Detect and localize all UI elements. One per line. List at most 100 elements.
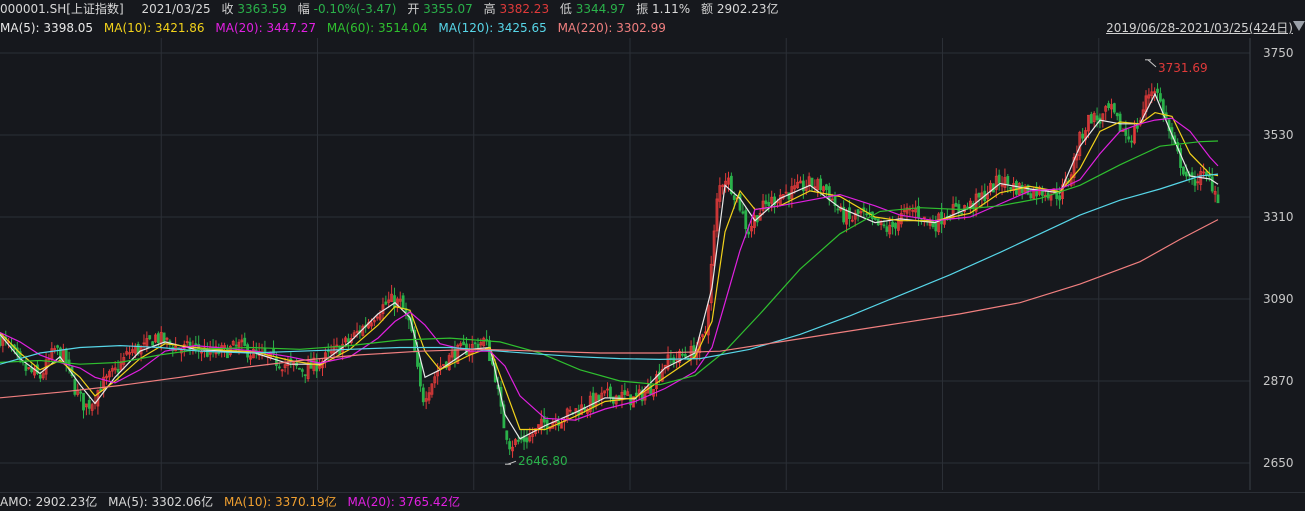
candle-body: [1006, 176, 1010, 185]
candle-body: [82, 392, 85, 411]
date-range-label[interactable]: 2019/06/28-2021/03/25(424日): [1106, 19, 1293, 37]
y-tick-label: 2650: [1263, 456, 1294, 470]
candle-body: [767, 202, 771, 207]
open-value: 3355.07: [423, 2, 473, 16]
amount-value: 2902.23亿: [716, 2, 779, 16]
candle-body: [347, 338, 350, 343]
candle-body: [226, 347, 229, 359]
amo-value: AMO: 2902.23亿: [0, 495, 98, 509]
candle-body: [243, 337, 247, 346]
candle-body: [891, 221, 895, 228]
candle-body: [1089, 114, 1093, 124]
ma220-legend: MA(220): 3302.99: [557, 21, 666, 35]
amo-ma10: MA(10): 3370.19亿: [223, 495, 337, 509]
amo-ma5: MA(5): 3302.06亿: [108, 495, 214, 509]
close-label: 收: [221, 2, 234, 16]
candle-body: [234, 344, 238, 347]
candle-body: [997, 174, 1001, 184]
candle-body: [836, 208, 840, 211]
dropdown-arrow-icon[interactable]: [1293, 21, 1305, 31]
close-value: 3363.59: [237, 2, 287, 16]
y-tick-label: 3090: [1263, 292, 1294, 306]
candle-body: [421, 387, 425, 403]
candle-body: [525, 437, 529, 443]
candle-body: [1112, 103, 1116, 113]
candle-body: [848, 207, 851, 219]
candle-body: [24, 363, 28, 371]
candle-body: [810, 177, 814, 187]
candle-body: [940, 211, 943, 225]
amo-ma20: MA(20): 3765.42亿: [347, 495, 461, 509]
candle-body: [623, 390, 627, 395]
ma10-legend: MA(10): 3421.86: [103, 21, 205, 35]
candle-body: [393, 295, 396, 309]
candle-body: [683, 354, 687, 357]
series-line-ma220: [0, 219, 1219, 399]
candle-body: [56, 345, 59, 348]
candle-body: [960, 212, 964, 215]
candle-body: [827, 186, 831, 201]
candle-body: [194, 343, 198, 346]
candle-body: [1130, 140, 1134, 143]
candle-body: [977, 192, 981, 198]
candle-body: [873, 217, 877, 220]
candle-body: [87, 400, 91, 409]
candle-body: [1184, 171, 1188, 177]
candle-body: [1058, 195, 1062, 201]
candle-body: [275, 356, 278, 366]
candle-body: [462, 341, 465, 346]
candle-body: [79, 391, 83, 394]
candle-body: [591, 392, 595, 408]
high-label: 高: [483, 2, 496, 16]
candle-body: [1156, 88, 1159, 93]
candle-body: [824, 184, 828, 191]
candle-body: [508, 441, 512, 450]
candle-body: [738, 193, 742, 211]
candle-body: [401, 295, 405, 309]
ma5-legend: MA(5): 3398.05: [0, 21, 94, 35]
y-tick-label: 3310: [1263, 210, 1294, 224]
candle-body: [277, 366, 281, 369]
candle-body: [1009, 187, 1013, 190]
candle-body: [681, 353, 684, 356]
candle-body: [597, 395, 601, 401]
candle-body: [747, 231, 751, 235]
candle-body: [1216, 194, 1220, 204]
candle-body: [1210, 176, 1214, 192]
candle-body: [1081, 133, 1085, 139]
candle-body: [744, 210, 748, 230]
candle-body: [894, 222, 897, 229]
candle-body: [505, 430, 509, 440]
candle-body: [300, 369, 304, 372]
date-label: 2021/03/25: [141, 2, 211, 16]
candle-body: [885, 226, 889, 232]
candle-body: [1193, 179, 1197, 186]
candle-body: [954, 202, 958, 207]
candle-body: [882, 224, 886, 227]
candle-body: [764, 200, 768, 205]
candle-body: [732, 195, 736, 200]
symbol-label[interactable]: 000001.SH[上证指数]: [0, 2, 124, 16]
high-value: 3382.23: [499, 2, 550, 16]
quote-info-bar: 000001.SH[上证指数] 2021/03/25 收 3363.59 幅 -…: [0, 0, 1305, 18]
candle-body: [38, 374, 42, 379]
amplitude-label: 振: [636, 2, 649, 16]
candle-body: [205, 349, 209, 357]
candle-body: [1035, 186, 1038, 197]
candle-body: [151, 341, 155, 346]
candle-body: [384, 301, 388, 305]
candle-body: [865, 213, 869, 216]
y-tick-label: 3750: [1263, 46, 1294, 60]
candle-body: [1115, 112, 1119, 117]
series-line-ma10: [0, 111, 1219, 431]
series-line-ma120: [0, 173, 1219, 365]
candle-body: [1127, 136, 1131, 140]
change-label: 幅: [297, 2, 310, 16]
candle-body: [1020, 185, 1024, 194]
candle-body: [73, 378, 77, 395]
low-value: 3344.97: [575, 2, 626, 16]
candle-body: [856, 209, 860, 215]
low-label: 低: [559, 2, 572, 16]
kline-chart[interactable]: 3750 3530 3310 3090 2870 2650 3731.69 2646.80: [0, 38, 1305, 492]
series-line-ma20: [0, 117, 1219, 421]
